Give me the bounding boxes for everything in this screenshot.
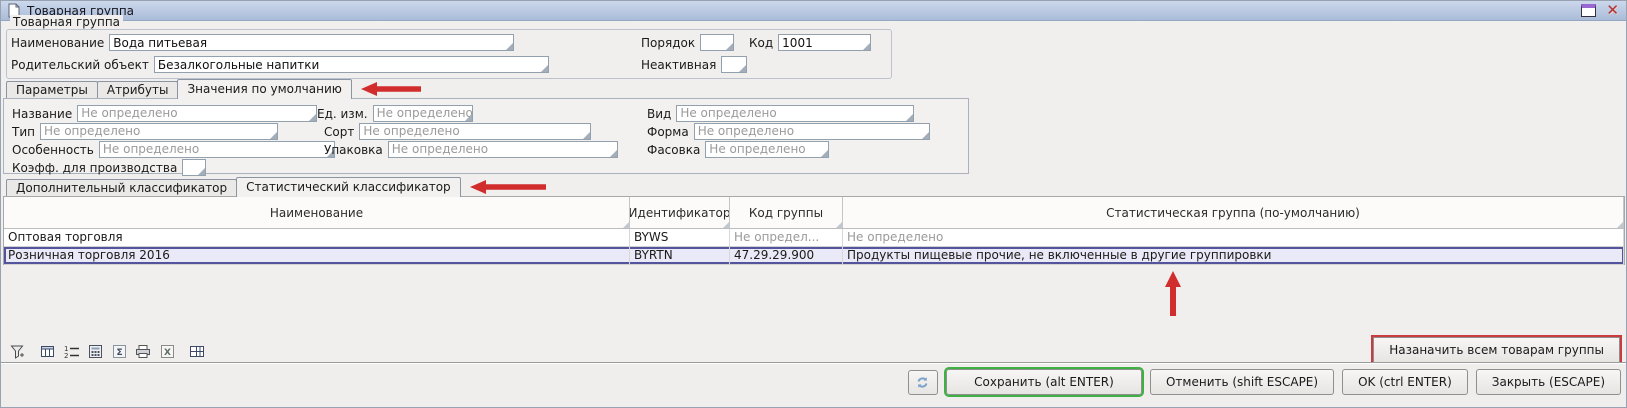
- default-values-panel: Название Не определено Ед. изм. Не опред…: [3, 98, 969, 174]
- default-form-combo[interactable]: Не определено: [694, 123, 930, 140]
- default-packing-label: Упаковка: [324, 143, 383, 157]
- tab-parameters[interactable]: Параметры: [6, 81, 98, 98]
- code-label: Код: [749, 36, 773, 50]
- name-label: Наименование: [11, 36, 104, 50]
- table-row-selected[interactable]: Розничная торговля 2016 BYRTN 47.29.29.9…: [4, 247, 1624, 265]
- calculator-icon[interactable]: [86, 343, 104, 360]
- assign-all-products-button[interactable]: Назаначить всем товарам группы: [1373, 337, 1620, 363]
- inactive-label: Неактивная: [641, 58, 716, 72]
- numbered-list-icon[interactable]: 12: [62, 343, 80, 360]
- close-icon[interactable]: ✕: [1606, 4, 1619, 17]
- tab-additional-classifier[interactable]: Дополнительный классификатор: [6, 179, 237, 196]
- default-unit-label: Ед. изм.: [317, 107, 368, 121]
- default-grade-label: Сорт: [324, 125, 354, 139]
- annotation-arrow-default-values-tab: [361, 82, 421, 96]
- default-form-label: Форма: [647, 125, 689, 139]
- production-coeff-label: Коэфф. для производства: [12, 161, 177, 175]
- close-button[interactable]: Закрыть (ESCAPE): [1476, 369, 1621, 395]
- annotation-arrow-selected-row: [1165, 271, 1181, 316]
- titlebar: Товарная группа ✕: [1, 1, 1626, 21]
- default-unit-combo[interactable]: Не определено: [373, 105, 473, 122]
- default-grade-combo[interactable]: Не определено: [359, 123, 591, 140]
- cancel-button[interactable]: Отменить (shift ESCAPE): [1150, 369, 1334, 395]
- cell-name: Розничная торговля 2016: [4, 247, 630, 264]
- default-portioning-label: Фасовка: [647, 143, 700, 157]
- svg-text:X: X: [164, 348, 171, 358]
- production-coeff-checkbox[interactable]: [182, 159, 206, 176]
- export-excel-icon[interactable]: X: [158, 343, 176, 360]
- default-kind-label: Вид: [647, 107, 671, 121]
- columns-icon[interactable]: [38, 343, 56, 360]
- default-name-combo[interactable]: Не определено: [77, 105, 317, 122]
- default-feature-label: Особенность: [12, 143, 94, 157]
- cell-group-code: 47.29.29.900: [730, 247, 843, 264]
- default-portioning-combo[interactable]: Не определено: [705, 141, 829, 158]
- inactive-checkbox[interactable]: [721, 56, 747, 73]
- classifier-tab-strip: Дополнительный классификатор Статистичес…: [6, 177, 546, 197]
- filter-icon[interactable]: [8, 343, 26, 360]
- name-input[interactable]: [109, 34, 514, 51]
- default-type-combo[interactable]: Не определено: [40, 123, 278, 140]
- ok-button[interactable]: OK (ctrl ENTER): [1342, 369, 1468, 395]
- table-row[interactable]: Оптовая торговля BYWS Не определ... Не о…: [4, 229, 1624, 247]
- annotation-arrow-statistical-tab: [470, 180, 546, 194]
- default-name-label: Название: [12, 107, 72, 121]
- column-header-identifier[interactable]: Идентификатор: [630, 197, 730, 228]
- parent-object-label: Родительский объект: [11, 58, 149, 72]
- default-kind-combo[interactable]: Не определено: [676, 105, 914, 122]
- cell-stat-group: Продукты пищевые прочие, не включенные в…: [843, 247, 1624, 264]
- order-input[interactable]: [700, 34, 734, 51]
- print-icon[interactable]: [134, 343, 152, 360]
- default-type-label: Тип: [12, 125, 35, 139]
- cell-identifier: BYRTN: [630, 247, 730, 264]
- product-group-window: Товарная группа ✕ Товарная группа Наимен…: [0, 0, 1627, 408]
- order-label: Порядок: [641, 36, 695, 50]
- column-header-stat-group[interactable]: Статистическая группа (по-умолчанию): [843, 197, 1624, 228]
- save-button[interactable]: Сохранить (alt ENTER): [946, 369, 1142, 395]
- cell-name: Оптовая торговля: [4, 229, 630, 246]
- cell-group-code: Не определ...: [730, 229, 843, 246]
- column-header-group-code[interactable]: Код группы: [730, 197, 843, 228]
- cell-identifier: BYWS: [630, 229, 730, 246]
- code-input[interactable]: [778, 34, 871, 51]
- statistical-classifier-grid: Наименование Идентификатор Код группы Ст…: [3, 196, 1625, 265]
- main-tab-strip: Параметры Атрибуты Значения по умолчанию: [6, 79, 421, 99]
- sum-icon[interactable]: Σ: [110, 343, 128, 360]
- default-packing-combo[interactable]: Не определено: [388, 141, 618, 158]
- maximize-icon[interactable]: [1581, 4, 1596, 17]
- column-header-name[interactable]: Наименование: [4, 197, 630, 228]
- parent-object-input[interactable]: [154, 56, 549, 73]
- tab-statistical-classifier[interactable]: Статистический классификатор: [236, 177, 461, 197]
- tab-default-values[interactable]: Значения по умолчанию: [177, 79, 351, 99]
- default-feature-combo[interactable]: Не определено: [99, 141, 335, 158]
- refresh-icon: [915, 375, 930, 390]
- grid-toolbar: 12 Σ X: [8, 343, 206, 360]
- table-grid-icon[interactable]: [188, 343, 206, 360]
- footer-bar: Сохранить (alt ENTER) Отменить (shift ES…: [1, 362, 1626, 407]
- refresh-button[interactable]: [908, 370, 938, 395]
- group-box-title: Товарная группа: [10, 15, 123, 29]
- svg-text:2: 2: [64, 352, 68, 359]
- cell-stat-group: Не определено: [843, 229, 1624, 246]
- tab-attributes[interactable]: Атрибуты: [97, 81, 179, 98]
- grid-header: Наименование Идентификатор Код группы Ст…: [4, 197, 1624, 229]
- svg-text:Σ: Σ: [116, 348, 122, 358]
